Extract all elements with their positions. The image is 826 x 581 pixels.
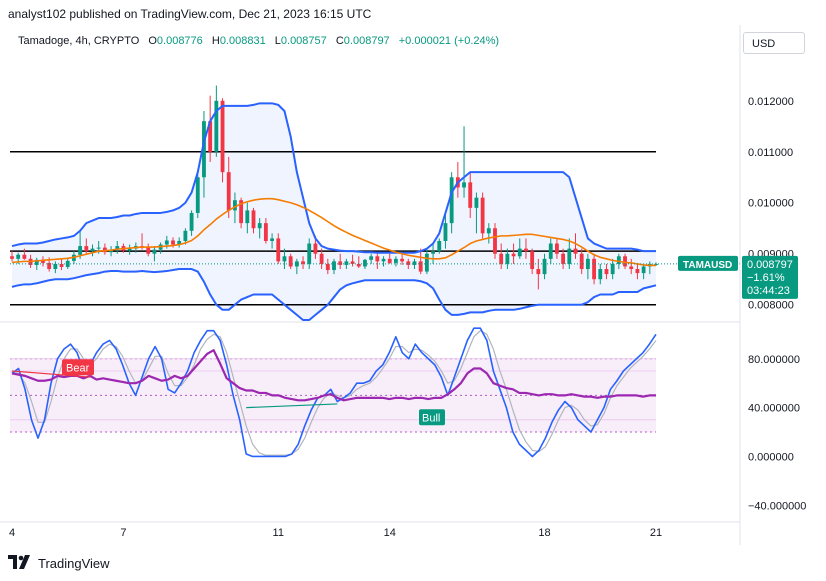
candle-body <box>288 256 293 267</box>
candle-body <box>592 258 596 280</box>
axes: 0.0120000.0110000.0100000.0090000.008000… <box>0 25 806 545</box>
candle-body <box>53 263 58 270</box>
price-panel <box>10 85 740 321</box>
candle-body <box>332 261 336 271</box>
candle-body <box>257 223 262 229</box>
candle-body <box>251 210 256 229</box>
candle-body <box>493 228 497 254</box>
candle-body <box>276 238 281 262</box>
tradingview-logo-icon <box>8 555 32 572</box>
candle-body <box>325 263 330 271</box>
price-tick-label: 0.010000 <box>748 198 794 210</box>
candle-body <box>418 261 423 272</box>
time-tick-label: 21 <box>650 527 662 539</box>
candle-body <box>579 253 584 270</box>
candle-body <box>171 240 175 245</box>
candle-body <box>319 253 324 264</box>
bull-label: Bull <box>422 412 440 424</box>
candle-body <box>245 210 250 224</box>
price-tick-label: 0.012000 <box>748 96 794 108</box>
oscillator-tick-label: 0.000000 <box>748 451 794 463</box>
candle-body <box>164 240 169 245</box>
candle-body <box>555 243 559 254</box>
candle-body <box>90 248 95 252</box>
candle-body <box>270 238 274 241</box>
candle-body <box>486 228 491 234</box>
candle-body <box>424 253 429 272</box>
candle-body <box>375 256 380 262</box>
candle-body <box>505 253 510 264</box>
price-tag-value: 0.008797 <box>747 259 793 271</box>
candle-body <box>214 100 219 152</box>
candle-body <box>152 249 157 254</box>
candle-body <box>381 258 386 262</box>
candle-body <box>22 254 27 259</box>
candle-body <box>561 253 566 264</box>
candle-body <box>610 263 615 275</box>
candle-body <box>226 172 231 211</box>
price-tag-countdown: 03:44:23 <box>747 285 790 297</box>
candle-body <box>598 269 603 280</box>
candle-body <box>369 256 374 260</box>
candle-body <box>474 197 479 208</box>
symbol-tag-label: TAMAUSD <box>683 260 732 271</box>
candle-body <box>517 248 522 257</box>
candle-body <box>480 197 485 234</box>
candle-body <box>431 251 435 254</box>
candle-body <box>437 240 442 252</box>
candle-body <box>282 256 287 262</box>
time-tick-label: 14 <box>384 527 396 539</box>
time-tick-label: 18 <box>538 527 550 539</box>
candle-body <box>530 251 535 270</box>
candle-body <box>16 254 21 259</box>
candle-body <box>604 269 609 275</box>
candle-body <box>629 266 634 270</box>
candle-body <box>536 269 541 275</box>
candle-body <box>313 243 318 254</box>
oscillator-panel: Bear Bull <box>10 327 657 458</box>
candle-body <box>195 177 200 213</box>
candle-body <box>10 256 14 259</box>
candle-body <box>394 258 398 263</box>
chart-canvas: BearBull 0.0120000.0110000.0100000.00900… <box>0 25 806 545</box>
candle-body <box>511 253 516 257</box>
candle-body <box>78 246 83 255</box>
candle-body <box>363 259 367 267</box>
candle-body <box>573 248 578 254</box>
bollinger-band-fill <box>12 103 656 320</box>
price-tag-change: −1.61% <box>747 272 785 284</box>
candle-body <box>220 100 225 173</box>
candle-body <box>387 258 392 263</box>
oscillator-tick-label: −40.000000 <box>748 500 806 512</box>
footer-brand[interactable]: TradingView <box>38 556 110 571</box>
candle-body <box>400 258 405 262</box>
candle-body <box>548 243 553 259</box>
candle-body <box>189 212 194 231</box>
candle-body <box>307 243 312 264</box>
candle-body <box>146 247 151 254</box>
candle-body <box>635 269 640 274</box>
price-tick-label: 0.008000 <box>748 300 794 312</box>
candle-body <box>524 248 528 252</box>
time-tick-label: 11 <box>273 527 284 539</box>
candle-body <box>567 248 572 264</box>
candle-body <box>499 253 504 264</box>
candle-body <box>84 246 89 252</box>
oscillator-tick-label: 80.000000 <box>748 354 800 366</box>
price-tick-label: 0.011000 <box>748 147 793 159</box>
candle-body <box>96 247 101 249</box>
bear-label: Bear <box>66 362 90 374</box>
candle-body <box>183 230 188 241</box>
candle-body <box>443 223 448 241</box>
candle-body <box>468 182 473 208</box>
candle-body <box>263 223 268 241</box>
oscillator-tick-label: 40.000000 <box>748 403 800 415</box>
candle-body <box>462 182 466 188</box>
time-tick-label: 4 <box>9 527 15 539</box>
candle-body <box>616 256 621 264</box>
candle-body <box>542 258 547 275</box>
candle-body <box>641 266 646 274</box>
footer: TradingView <box>8 555 110 572</box>
time-tick-label: 7 <box>120 527 126 539</box>
